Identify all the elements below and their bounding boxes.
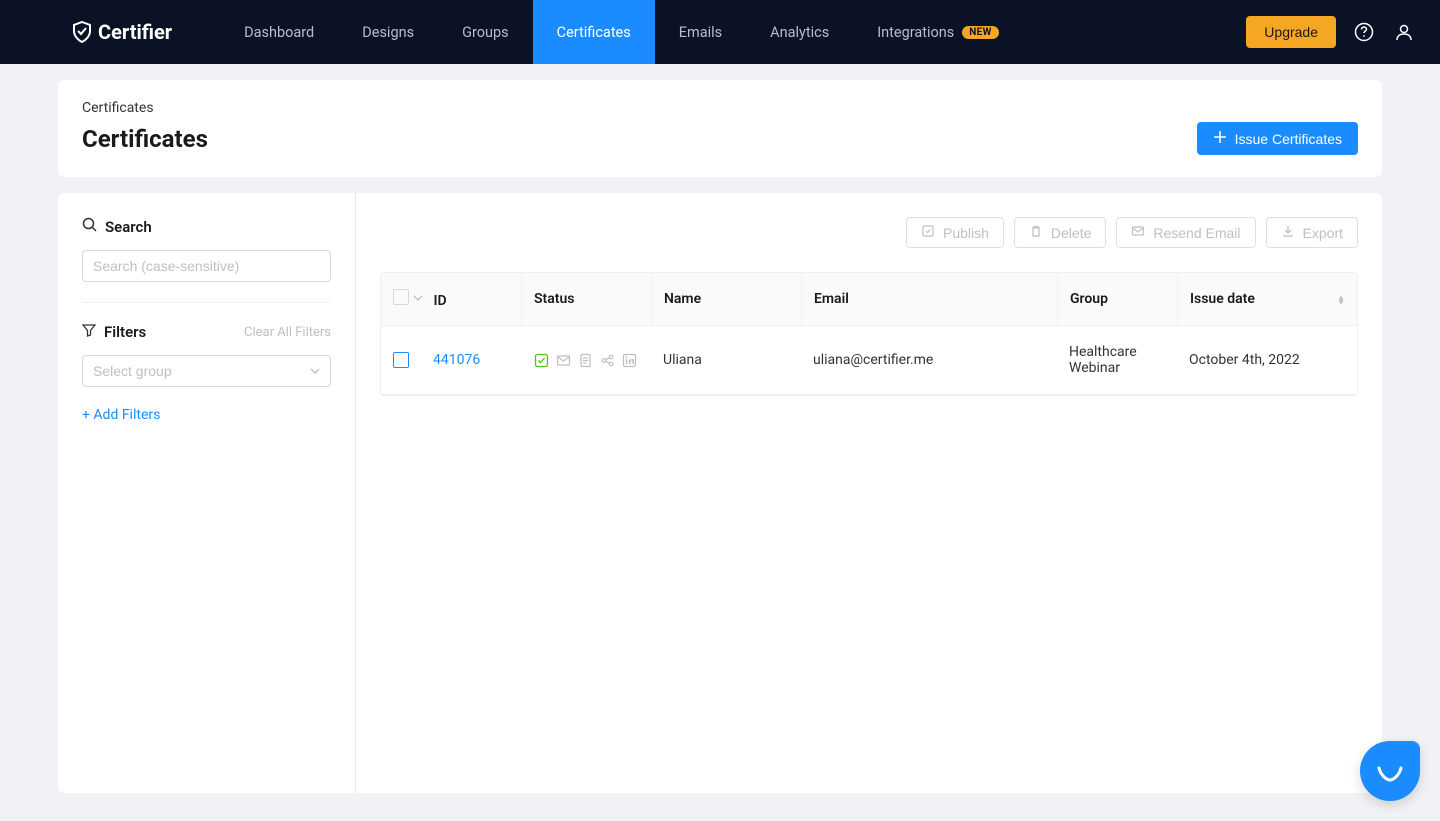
nav-dashboard[interactable]: Dashboard — [220, 0, 338, 64]
cell-name: Uliana — [663, 352, 702, 368]
smile-icon — [1373, 752, 1407, 790]
top-navigation: Certifier Dashboard Designs Groups Certi… — [0, 0, 1440, 64]
clear-filters-link[interactable]: Clear All Filters — [244, 325, 331, 340]
mail-icon — [1131, 224, 1145, 241]
published-icon — [533, 352, 549, 368]
help-icon[interactable] — [1352, 20, 1376, 44]
issue-certificates-button[interactable]: Issue Certificates — [1197, 122, 1358, 155]
chevron-down-icon[interactable] — [413, 289, 423, 305]
column-label: Email — [814, 291, 849, 307]
column-label: Status — [534, 291, 574, 307]
nav-analytics[interactable]: Analytics — [746, 0, 853, 64]
column-header-issue-date[interactable]: Issue date ▲▼ — [1177, 273, 1357, 326]
divider — [82, 302, 331, 303]
column-header-id[interactable]: ID — [381, 273, 521, 326]
button-label: Delete — [1051, 225, 1091, 241]
column-header-status[interactable]: Status — [521, 273, 651, 326]
column-label: ID — [433, 293, 446, 309]
download-icon — [1281, 224, 1295, 241]
column-label: Issue date — [1190, 291, 1255, 307]
cell-issue-date: October 4th, 2022 — [1189, 352, 1300, 368]
page-title: Certificates — [82, 125, 208, 153]
column-header-name[interactable]: Name — [651, 273, 801, 326]
nav-designs[interactable]: Designs — [338, 0, 438, 64]
action-bar: Publish Delete Resend Email — [380, 217, 1358, 248]
filters-heading-label: Filters — [104, 323, 146, 341]
nav-items: Dashboard Designs Groups Certificates Em… — [220, 0, 1246, 64]
nav-emails[interactable]: Emails — [655, 0, 746, 64]
publish-button[interactable]: Publish — [906, 217, 1004, 248]
cell-group: Healthcare Webinar — [1069, 344, 1137, 376]
cell-email: uliana@certifier.me — [813, 352, 933, 368]
select-all-checkbox[interactable] — [393, 289, 409, 305]
nav-groups[interactable]: Groups — [438, 0, 533, 64]
nav-integrations[interactable]: Integrations NEW — [853, 0, 1022, 64]
share-icon — [599, 352, 615, 368]
nav-certificates[interactable]: Certificates — [533, 0, 655, 64]
resend-email-button[interactable]: Resend Email — [1116, 217, 1255, 248]
button-label: Resend Email — [1153, 225, 1240, 241]
nav-item-label: Analytics — [770, 24, 829, 41]
content-card: Search Filters Clear All Filters — [58, 193, 1382, 793]
document-icon — [577, 352, 593, 368]
search-heading: Search — [82, 217, 331, 236]
column-label: Name — [664, 291, 701, 307]
column-header-group[interactable]: Group — [1057, 273, 1177, 326]
sort-icon[interactable]: ▲▼ — [1337, 295, 1345, 305]
filters-section: Filters Clear All Filters Select group — [82, 323, 331, 387]
publish-icon — [921, 224, 935, 241]
filters-heading: Filters — [82, 323, 146, 341]
status-icon-group — [533, 352, 639, 368]
search-input[interactable] — [82, 250, 331, 282]
new-badge: NEW — [962, 26, 998, 39]
search-heading-label: Search — [105, 218, 152, 236]
search-section: Search — [82, 217, 331, 282]
breadcrumb: Certificates — [82, 100, 1358, 116]
table-row[interactable]: 441076 — [381, 326, 1357, 395]
mail-icon — [555, 352, 571, 368]
column-header-email[interactable]: Email — [801, 273, 1057, 326]
nav-item-label: Dashboard — [244, 24, 314, 41]
brand-name: Certifier — [98, 20, 172, 44]
nav-right: Upgrade — [1246, 16, 1416, 48]
certificates-table: ID Status Name Email Group Issue date ▲▼ — [380, 272, 1358, 396]
delete-button[interactable]: Delete — [1014, 217, 1106, 248]
group-select[interactable]: Select group — [82, 355, 331, 387]
nav-item-label: Emails — [679, 24, 722, 41]
button-label: Issue Certificates — [1235, 131, 1342, 147]
nav-item-label: Certificates — [557, 24, 631, 41]
filter-icon — [82, 323, 96, 341]
export-button[interactable]: Export — [1266, 217, 1358, 248]
search-icon — [82, 217, 97, 236]
nav-item-label: Designs — [362, 24, 414, 41]
page-header-card: Certificates Certificates Issue Certific… — [58, 80, 1382, 177]
table-header-row: ID Status Name Email Group Issue date ▲▼ — [381, 273, 1357, 326]
button-label: Export — [1303, 225, 1343, 241]
row-checkbox[interactable] — [393, 352, 409, 368]
brand-logo[interactable]: Certifier — [72, 20, 172, 44]
certificate-id-link[interactable]: 441076 — [433, 352, 480, 368]
upgrade-button[interactable]: Upgrade — [1246, 16, 1336, 48]
filter-sidebar: Search Filters Clear All Filters — [58, 193, 356, 793]
linkedin-icon — [621, 352, 637, 368]
shield-icon — [72, 21, 92, 43]
trash-icon — [1029, 224, 1043, 241]
button-label: Publish — [943, 225, 989, 241]
user-icon[interactable] — [1392, 20, 1416, 44]
nav-item-label: Groups — [462, 24, 509, 41]
plus-icon — [1213, 130, 1227, 147]
column-label: Group — [1070, 291, 1108, 307]
nav-item-label: Integrations — [877, 24, 954, 41]
add-filters-link[interactable]: + Add Filters — [82, 407, 331, 423]
chat-widget[interactable] — [1360, 741, 1420, 801]
main-content: Publish Delete Resend Email — [356, 193, 1382, 793]
